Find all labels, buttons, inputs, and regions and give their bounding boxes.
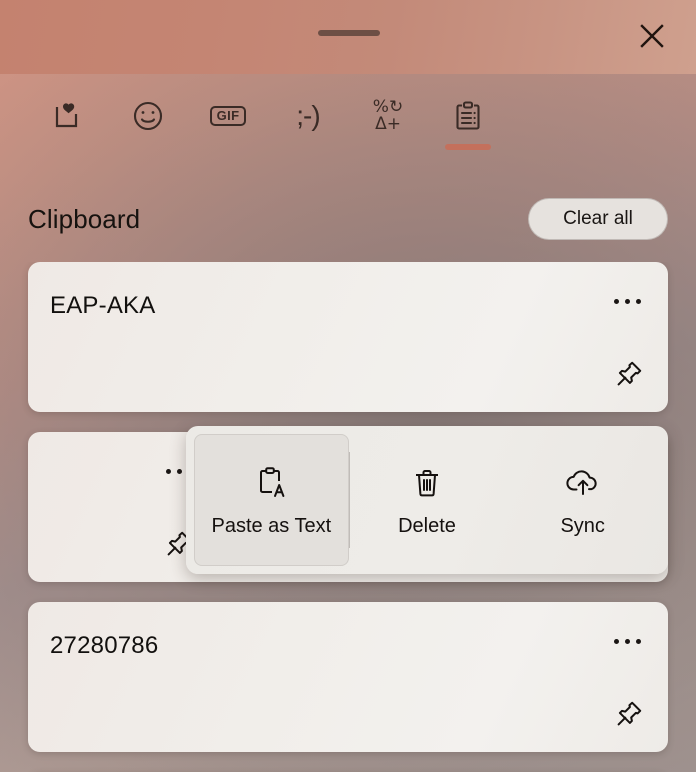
clipboard-item-text: EAP-AKA (50, 292, 156, 319)
sync-button[interactable]: Sync (505, 434, 660, 566)
heart-square-icon (51, 94, 85, 138)
tab-underline (285, 144, 331, 150)
cloud-upload-icon (564, 463, 602, 503)
clipboard-item[interactable]: EAP-AKA (28, 262, 668, 412)
sync-label: Sync (560, 514, 605, 537)
tab-kaomoji[interactable]: ;-) (278, 94, 338, 150)
tab-clipboard[interactable] (438, 94, 498, 150)
page-title: Clipboard (28, 203, 141, 234)
ellipsis-icon (613, 298, 619, 304)
trash-icon (410, 463, 444, 503)
tab-underline (365, 144, 411, 150)
pin-icon (614, 359, 644, 392)
tab-emoji[interactable] (118, 94, 178, 150)
tab-underline-active (445, 144, 491, 150)
clipboard-item-text: 27280786 (50, 632, 159, 659)
clipboard-text-icon (253, 463, 289, 503)
ellipsis-icon (624, 298, 630, 304)
header-row: Clipboard Clear all (0, 186, 696, 252)
gif-label: GIF (209, 105, 247, 127)
kaomoji-label: ;-) (296, 100, 320, 131)
kaomoji-icon: ;-) (296, 94, 320, 138)
clipboard-item-pin-button[interactable] (606, 352, 652, 398)
paste-as-text-button[interactable]: Paste as Text (194, 434, 349, 566)
clipboard-item-context-menu: Paste as Text Delete Sync (186, 426, 668, 574)
ellipsis-icon (165, 468, 171, 474)
ellipsis-icon (635, 298, 641, 304)
clipboard-item-more-button[interactable] (604, 624, 650, 658)
clipboard-item-pin-button[interactable] (606, 692, 652, 738)
pin-icon (614, 699, 644, 732)
ellipsis-icon (635, 638, 641, 644)
ellipsis-icon (176, 468, 182, 474)
delete-button[interactable]: Delete (350, 434, 505, 566)
close-icon (637, 21, 667, 51)
symbols-icon: %↻ Δ+ (373, 94, 403, 138)
close-button[interactable] (622, 6, 682, 66)
clipboard-item-more-button[interactable] (604, 284, 650, 318)
tab-underline (205, 144, 251, 150)
ellipsis-icon (613, 638, 619, 644)
tab-underline (125, 144, 171, 150)
smiley-face-icon (131, 94, 165, 138)
tab-recently-used[interactable] (38, 94, 98, 150)
drag-handle[interactable] (318, 30, 380, 36)
ellipsis-icon (624, 638, 630, 644)
tab-gif[interactable]: GIF (198, 94, 258, 150)
tab-underline (45, 144, 91, 150)
delete-label: Delete (398, 514, 456, 537)
paste-as-text-label: Paste as Text (211, 514, 332, 537)
clipboard-icon (451, 94, 485, 138)
symbols-label-bottom: Δ+ (375, 114, 401, 134)
tab-symbols[interactable]: %↻ Δ+ (358, 94, 418, 150)
titlebar (0, 0, 696, 74)
tab-strip: GIF ;-) %↻ Δ+ (0, 74, 696, 160)
clipboard-panel: GIF ;-) %↻ Δ+ Clipboard Clear all EAP-AK… (0, 0, 696, 772)
gif-icon: GIF (209, 94, 247, 138)
clear-all-button[interactable]: Clear all (528, 198, 668, 240)
clipboard-item[interactable]: 27280786 (28, 602, 668, 752)
